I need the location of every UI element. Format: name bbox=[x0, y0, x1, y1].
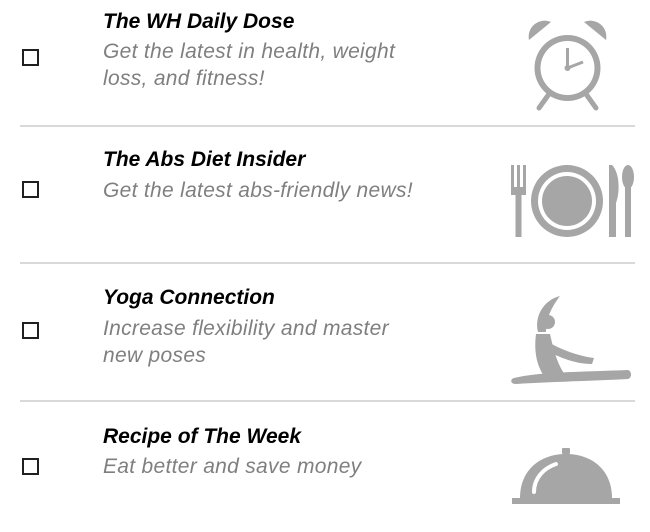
newsletter-checkbox-yoga-connection[interactable] bbox=[22, 322, 39, 339]
yoga-pose-icon bbox=[508, 292, 636, 384]
newsletter-description-line: Increase flexibility and master bbox=[103, 317, 389, 340]
newsletter-description-line: loss, and fitness! bbox=[103, 67, 265, 90]
newsletter-item-wh-daily-dose: The WH Daily Dose Get the latest in heal… bbox=[0, 0, 650, 127]
newsletter-description: Get the latest in health, weight loss, a… bbox=[103, 38, 483, 92]
newsletter-description: Get the latest abs-friendly news! bbox=[103, 177, 483, 204]
newsletter-item-recipe-of-the-week: Recipe of The Week Eat better and save m… bbox=[0, 402, 650, 532]
newsletter-item-abs-diet-insider: The Abs Diet Insider Get the latest abs-… bbox=[0, 127, 650, 264]
newsletter-checkbox-abs-diet-insider[interactable] bbox=[22, 181, 39, 198]
newsletter-description-line: new poses bbox=[103, 344, 207, 367]
newsletter-description-line: Get the latest in health, weight bbox=[103, 40, 396, 63]
plate-utensils-icon bbox=[508, 163, 636, 239]
cloche-icon bbox=[512, 448, 620, 506]
alarm-clock-icon bbox=[525, 18, 610, 112]
newsletter-title: The Abs Diet Insider bbox=[103, 148, 306, 171]
newsletter-description-line: Eat better and save money bbox=[103, 455, 362, 478]
newsletter-title: Recipe of The Week bbox=[103, 425, 302, 448]
newsletter-item-yoga-connection: Yoga Connection Increase flexibility and… bbox=[0, 264, 650, 402]
newsletter-checkbox-recipe-of-the-week[interactable] bbox=[22, 458, 39, 475]
newsletter-description: Increase flexibility and master new pose… bbox=[103, 315, 483, 369]
newsletter-description-line: Get the latest abs-friendly news! bbox=[103, 179, 413, 202]
newsletter-title: The WH Daily Dose bbox=[103, 10, 295, 33]
newsletter-list: The WH Daily Dose Get the latest in heal… bbox=[0, 0, 650, 532]
newsletter-description: Eat better and save money bbox=[103, 453, 483, 480]
newsletter-title: Yoga Connection bbox=[103, 286, 275, 309]
newsletter-checkbox-wh-daily-dose[interactable] bbox=[22, 49, 39, 66]
